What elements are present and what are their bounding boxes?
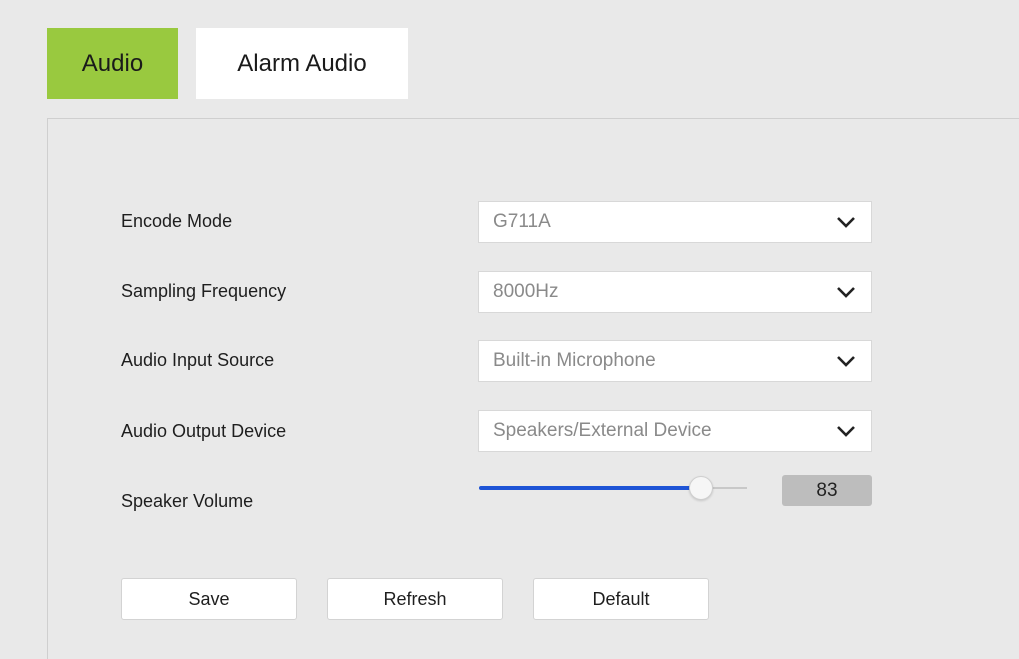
- audio-output-device-select[interactable]: Speakers/External Device: [478, 410, 872, 452]
- refresh-button[interactable]: Refresh: [327, 578, 503, 620]
- audio-output-device-value: Speakers/External Device: [493, 420, 712, 441]
- encode-mode-value: G711A: [493, 211, 551, 232]
- tab-bar: Audio Alarm Audio: [47, 28, 408, 99]
- sampling-frequency-value: 8000Hz: [493, 281, 559, 302]
- chevron-down-icon: [837, 426, 855, 437]
- speaker-volume-value[interactable]: 83: [782, 475, 872, 506]
- audio-input-source-label: Audio Input Source: [121, 350, 275, 370]
- encode-mode-select[interactable]: G711A: [478, 201, 872, 243]
- speaker-volume-label: Speaker Volume: [121, 491, 254, 511]
- chevron-down-icon: [837, 287, 855, 298]
- default-button[interactable]: Default: [533, 578, 709, 620]
- tab-alarm-audio[interactable]: Alarm Audio: [196, 28, 408, 99]
- audio-input-source-select[interactable]: Built-in Microphone: [478, 340, 872, 382]
- audio-input-source-value: Built-in Microphone: [493, 350, 656, 371]
- tab-audio[interactable]: Audio: [47, 28, 178, 99]
- chevron-down-icon: [837, 217, 855, 228]
- speaker-volume-slider[interactable]: [479, 476, 747, 500]
- chevron-down-icon: [837, 356, 855, 367]
- sampling-frequency-label: Sampling Frequency: [121, 281, 287, 301]
- encode-mode-label: Encode Mode: [121, 211, 233, 231]
- audio-output-device-label: Audio Output Device: [121, 421, 287, 441]
- sampling-frequency-select[interactable]: 8000Hz: [478, 271, 872, 313]
- slider-fill: [479, 486, 702, 490]
- slider-thumb[interactable]: [689, 476, 714, 500]
- save-button[interactable]: Save: [121, 578, 297, 620]
